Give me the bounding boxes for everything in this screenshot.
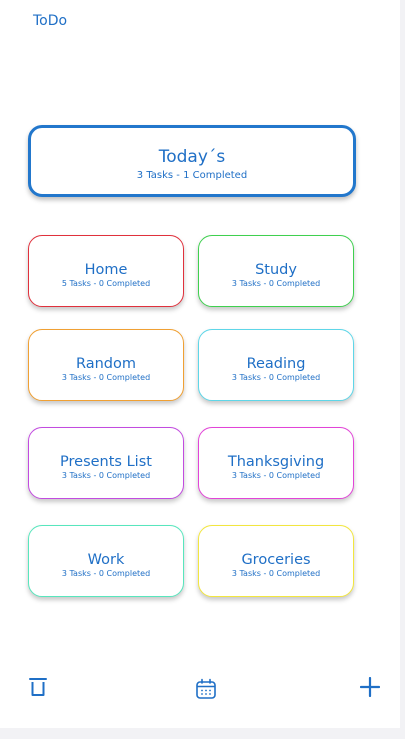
list-card-title: Home xyxy=(84,262,128,278)
todays-list-summary: 3 Tasks - 1 Completed xyxy=(136,170,248,181)
add-list-button[interactable] xyxy=(359,676,381,698)
list-card-home[interactable]: Home 5 Tasks - 0 Completed xyxy=(28,235,184,307)
list-card-summary: 3 Tasks - 0 Completed xyxy=(61,569,151,578)
list-card-title: Study xyxy=(255,262,297,278)
list-card-summary: 3 Tasks - 0 Completed xyxy=(61,373,151,382)
list-card-random[interactable]: Random 3 Tasks - 0 Completed xyxy=(28,329,184,401)
list-card-work[interactable]: Work 3 Tasks - 0 Completed xyxy=(28,525,184,597)
list-card-title: Random xyxy=(75,356,137,372)
app-title: ToDo xyxy=(33,13,68,29)
todays-list-title: Today´s xyxy=(158,147,226,167)
plus-icon xyxy=(359,676,381,698)
trash-icon xyxy=(29,678,47,696)
delete-button[interactable] xyxy=(28,676,48,698)
list-card-groceries[interactable]: Groceries 3 Tasks - 0 Completed xyxy=(198,525,354,597)
list-card-summary: 3 Tasks - 0 Completed xyxy=(231,471,321,480)
list-card-title: Work xyxy=(87,552,125,568)
list-card-presents-list[interactable]: Presents List 3 Tasks - 0 Completed xyxy=(28,427,184,499)
list-card-thanksgiving[interactable]: Thanksgiving 3 Tasks - 0 Completed xyxy=(198,427,354,499)
calendar-icon xyxy=(196,678,216,699)
list-card-summary: 3 Tasks - 0 Completed xyxy=(231,279,321,288)
list-card-title: Thanksgiving xyxy=(227,454,325,470)
list-card-title: Groceries xyxy=(241,552,311,568)
list-card-summary: 3 Tasks - 0 Completed xyxy=(61,471,151,480)
list-card-reading[interactable]: Reading 3 Tasks - 0 Completed xyxy=(198,329,354,401)
todays-list-card[interactable]: Today´s 3 Tasks - 1 Completed xyxy=(28,125,356,197)
list-card-study[interactable]: Study 3 Tasks - 0 Completed xyxy=(198,235,354,307)
list-card-title: Presents List xyxy=(60,454,152,470)
list-card-summary: 3 Tasks - 0 Completed xyxy=(231,569,321,578)
calendar-button[interactable] xyxy=(195,678,217,700)
list-card-summary: 5 Tasks - 0 Completed xyxy=(61,279,151,288)
list-card-summary: 3 Tasks - 0 Completed xyxy=(231,373,321,382)
app-screen: ToDo Today´s 3 Tasks - 1 Completed Home … xyxy=(0,0,400,728)
list-card-title: Reading xyxy=(246,356,306,372)
